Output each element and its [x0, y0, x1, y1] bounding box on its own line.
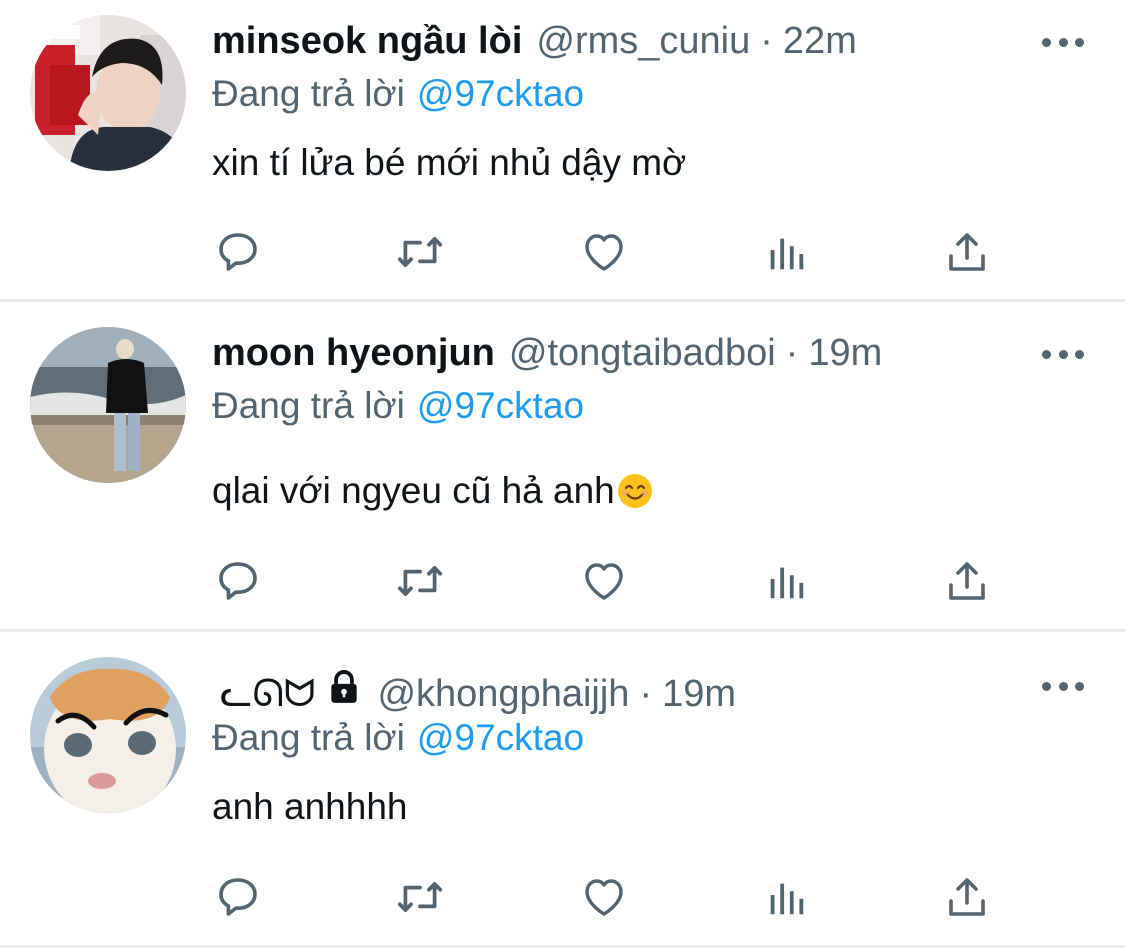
like-button[interactable]: [579, 227, 629, 277]
speech-bubble-icon: [219, 562, 257, 600]
more-dots-icon[interactable]: [1042, 32, 1084, 52]
more-dots-icon[interactable]: [1042, 676, 1084, 696]
speech-bubble-icon: [219, 878, 257, 916]
tweet-actions: [0, 227, 1125, 277]
retweet-arrows-icon: [397, 237, 443, 267]
reply-button[interactable]: [213, 227, 263, 277]
tweet-text: anh anhhhh: [212, 786, 408, 827]
retweet-button[interactable]: [395, 556, 445, 606]
retweet-arrows-icon: [397, 566, 443, 596]
reply-button[interactable]: [213, 556, 263, 606]
share-button[interactable]: [942, 556, 992, 606]
timestamp[interactable]: 22m: [783, 18, 857, 64]
tweet-header: moon hyeonjun @tongtaibadboi · 19m: [212, 330, 882, 376]
share-upload-icon: [949, 562, 985, 600]
reply-mention[interactable]: @97cktao: [417, 73, 584, 114]
heart-outline-icon: [585, 879, 623, 916]
stats-button[interactable]: [761, 556, 811, 606]
separator: ·: [760, 20, 773, 62]
bar-chart-icon: [770, 567, 804, 599]
share-button[interactable]: [942, 227, 992, 277]
reply-context: Đang trả lời @97cktao: [212, 383, 584, 429]
like-button[interactable]: [579, 872, 629, 922]
display-name[interactable]: ᓚᘏᗢ: [220, 671, 315, 717]
username[interactable]: @tongtaibadboi: [509, 330, 776, 376]
reply-mention[interactable]: @97cktao: [417, 385, 584, 426]
retweet-button[interactable]: [395, 227, 445, 277]
tweet-2[interactable]: moon hyeonjun @tongtaibadboi · 19m Đang …: [0, 302, 1125, 630]
timestamp[interactable]: 19m: [662, 671, 736, 717]
more-dots-icon[interactable]: [1042, 344, 1084, 364]
separator: ·: [639, 673, 653, 715]
divider: [0, 945, 1125, 948]
retweet-button[interactable]: [395, 872, 445, 922]
reply-button[interactable]: [213, 872, 263, 922]
tweet-header: minseok ngầu lòi @rms_cuniu · 22m: [212, 18, 857, 64]
retweet-arrows-icon: [397, 882, 443, 912]
smiling-face-emoji: [617, 474, 652, 508]
display-name[interactable]: moon hyeonjun: [212, 330, 495, 376]
lock-icon: [331, 670, 358, 703]
heart-outline-icon: [585, 234, 623, 271]
tweet-header: ᓚᘏᗢ @khongphaijjh · 19m: [212, 668, 736, 717]
display-name[interactable]: minseok ngầu lòi: [212, 18, 522, 64]
reply-prefix: Đang trả lời: [212, 717, 405, 758]
tweet-text-body: qlai với ngyeu cũ hả anh: [212, 470, 615, 511]
stats-button[interactable]: [761, 227, 811, 277]
reply-prefix: Đang trả lời: [212, 385, 405, 426]
reply-mention[interactable]: @97cktao: [417, 717, 584, 758]
avatar[interactable]: [30, 327, 186, 483]
timestamp[interactable]: 19m: [808, 330, 882, 376]
bar-chart-icon: [770, 883, 804, 915]
avatar[interactable]: [30, 15, 186, 171]
tweet-3[interactable]: ᓚᘏᗢ @khongphaijjh · 19m Đang trả lời @97c…: [0, 632, 1125, 946]
reply-prefix: Đang trả lời: [212, 73, 405, 114]
tweet-actions: [0, 872, 1125, 922]
avatar[interactable]: [30, 657, 186, 813]
bar-chart-icon: [770, 238, 804, 270]
tweet-1[interactable]: minseok ngầu lòi @rms_cuniu · 22m Đang t…: [0, 0, 1125, 300]
speech-bubble-icon: [219, 233, 257, 271]
share-button[interactable]: [942, 872, 992, 922]
like-button[interactable]: [579, 556, 629, 606]
tweet-text: xin tí lửa bé mới nhủ dậy mờ: [212, 142, 687, 183]
heart-outline-icon: [585, 563, 623, 600]
reply-context: Đang trả lời @97cktao: [212, 71, 584, 117]
tweet-text: qlai với ngyeu cũ hả anh: [212, 468, 653, 514]
share-upload-icon: [949, 233, 985, 271]
stats-button[interactable]: [761, 872, 811, 922]
username[interactable]: @rms_cuniu: [536, 18, 750, 64]
tweet-actions: [0, 556, 1125, 606]
reply-context: Đang trả lời @97cktao: [212, 715, 584, 761]
username[interactable]: @khongphaijjh: [377, 671, 629, 717]
separator: ·: [785, 332, 799, 374]
share-upload-icon: [949, 878, 985, 916]
